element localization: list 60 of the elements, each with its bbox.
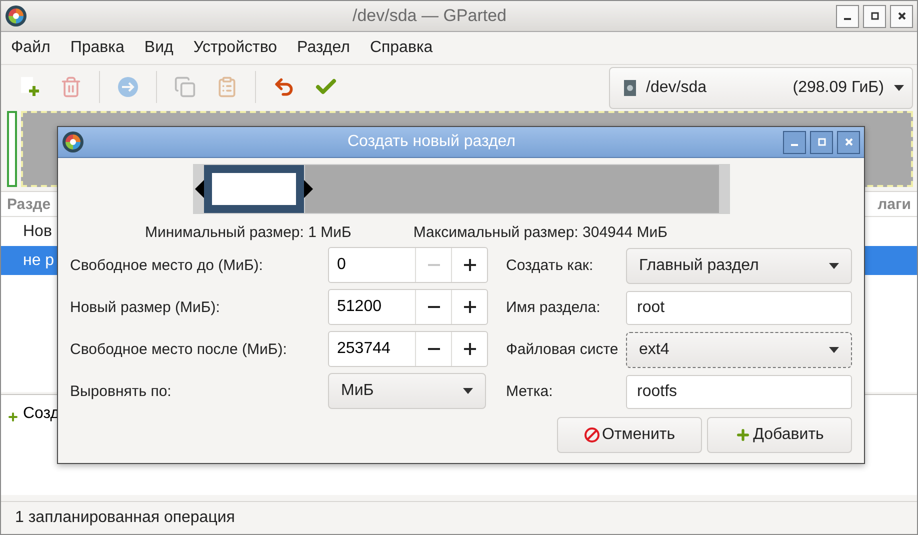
- caret-icon: [829, 262, 839, 268]
- field-label: Новый размер (МиБ):: [70, 298, 221, 316]
- field-label: Выровнять по:: [70, 382, 172, 400]
- minus-icon: [428, 306, 440, 308]
- menu-item[interactable]: Вид: [144, 39, 174, 57]
- maximize-button[interactable]: [810, 130, 833, 154]
- add-button[interactable]: Добавить: [707, 417, 852, 453]
- field-label: Имя раздела:: [506, 299, 602, 316]
- caret-icon: [894, 85, 904, 91]
- app-logo-icon: [5, 5, 27, 27]
- menu-item[interactable]: Справка: [370, 39, 433, 57]
- new-partition-block[interactable]: [204, 165, 304, 213]
- minimize-button[interactable]: [783, 130, 806, 154]
- max-size-text: Максимальный размер: 304944 МиБ: [413, 224, 668, 241]
- minus-icon: [428, 264, 440, 266]
- partition-block[interactable]: [7, 111, 17, 187]
- menu-item[interactable]: Раздел: [297, 39, 350, 57]
- spin-field[interactable]: 0: [328, 247, 488, 283]
- plus-icon: [7, 411, 19, 423]
- dropdown[interactable]: ext4: [626, 332, 852, 368]
- align-dropdown[interactable]: МиБ: [328, 373, 486, 409]
- menu-item[interactable]: Файл: [11, 39, 50, 57]
- partition-size-bar[interactable]: [193, 164, 730, 214]
- close-icon: [898, 12, 906, 20]
- field-label: Метка:: [506, 383, 554, 400]
- window-title: /dev/sda — GParted: [351, 6, 508, 26]
- column-header[interactable]: лаги: [878, 196, 911, 212]
- input-field[interactable]: rootfs: [626, 374, 852, 408]
- maximize-icon: [818, 138, 826, 146]
- app-logo-icon: [62, 131, 84, 153]
- status-text: 1 запланированная операция: [15, 509, 235, 527]
- dropdown[interactable]: Главный раздел: [626, 248, 852, 284]
- minus-icon: [428, 348, 440, 350]
- field-label: Свободное место до (МиБ):: [70, 256, 264, 274]
- plus-icon: [735, 427, 752, 443]
- plus-icon: [464, 343, 476, 355]
- maximize-button[interactable]: [863, 4, 886, 28]
- field-label: Файловая систе: [506, 341, 620, 358]
- input-field[interactable]: root: [626, 290, 852, 324]
- maximize-icon: [870, 12, 878, 20]
- close-button[interactable]: [837, 130, 860, 154]
- close-icon: [844, 138, 852, 146]
- min-size-text: Минимальный размер: 1 МиБ: [145, 224, 352, 241]
- plus-icon: [464, 301, 476, 313]
- field-label: Свободное место после (МиБ):: [70, 340, 288, 358]
- column-header[interactable]: Разде: [7, 196, 51, 212]
- spin-field[interactable]: 51200: [328, 289, 488, 325]
- caret-icon: [829, 346, 839, 352]
- device-selector[interactable]: /dev/sda (298.09 ГиБ): [609, 67, 913, 109]
- close-button[interactable]: [890, 4, 913, 28]
- hard-drive-icon: [624, 80, 636, 96]
- minimize-button[interactable]: [836, 4, 859, 28]
- dialog-title: Создать новый раздел: [346, 133, 516, 151]
- plus-icon: [464, 259, 476, 271]
- menu-item[interactable]: Устройство: [193, 39, 278, 57]
- spin-field[interactable]: 253744: [328, 331, 488, 367]
- cancel-icon: [584, 427, 600, 443]
- field-label: Создать как:: [506, 257, 594, 274]
- menu-item[interactable]: Правка: [70, 39, 124, 57]
- cancel-button[interactable]: Отменить: [557, 417, 702, 453]
